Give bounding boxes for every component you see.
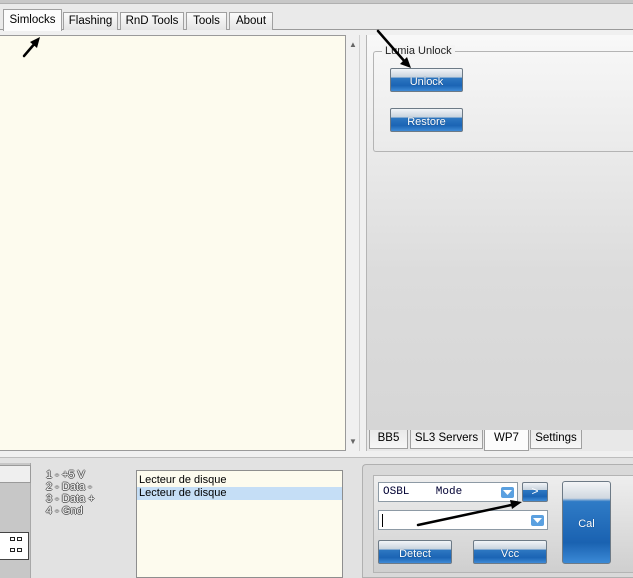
tab-sl3-servers[interactable]: SL3 Servers — [410, 430, 483, 449]
pin-4: 4 - Gnd — [46, 505, 83, 517]
mode-select-value: OSBL Mode — [383, 486, 463, 498]
unlock-button[interactable]: Unlock — [390, 68, 463, 92]
vcc-button-label: Vcc — [500, 548, 520, 560]
pin-1: 1 - +5 V — [46, 469, 85, 481]
device-list[interactable]: Lecteur de disque Lecteur de disque — [136, 470, 343, 578]
tab-tools[interactable]: Tools — [186, 12, 227, 30]
scroll-down-icon[interactable]: ▼ — [346, 435, 360, 449]
connection-field[interactable] — [0, 465, 31, 483]
cal-button-label: Cal — [578, 518, 595, 530]
cal-button[interactable]: Cal — [562, 481, 611, 564]
tab-about[interactable]: About — [229, 12, 273, 30]
detect-button-label: Detect — [399, 548, 431, 560]
tab-wp7[interactable]: WP7 — [484, 430, 529, 451]
tab-bb5[interactable]: BB5 — [369, 430, 408, 449]
restore-button-label: Restore — [407, 116, 446, 128]
chevron-down-icon[interactable] — [501, 487, 514, 498]
port-select[interactable] — [378, 510, 548, 530]
restore-button[interactable]: Restore — [390, 108, 463, 132]
tab-rnd-tools[interactable]: RnD Tools — [120, 12, 184, 30]
tab-flashing[interactable]: Flashing — [63, 12, 118, 30]
pin-2: 2 - Data - — [46, 481, 92, 493]
go-button[interactable]: > — [522, 482, 548, 502]
log-scrollbar[interactable]: ▲ ▼ — [346, 35, 360, 451]
pin-3: 3 - Data + — [46, 493, 95, 505]
tab-settings[interactable]: Settings — [530, 430, 582, 449]
scroll-up-icon[interactable]: ▲ — [346, 38, 360, 52]
usb-connector-icon — [0, 532, 29, 560]
log-text-area[interactable] — [0, 35, 346, 451]
usb-pinout: 1 - +5 V 2 - Data - 3 - Data + 4 - Gnd — [46, 469, 95, 517]
chevron-down-icon[interactable] — [531, 515, 544, 526]
vcc-button[interactable]: Vcc — [473, 540, 547, 564]
list-item[interactable]: Lecteur de disque — [137, 487, 342, 500]
text-cursor — [382, 514, 383, 527]
lumia-unlock-title: Lumia Unlock — [382, 45, 455, 57]
mode-select[interactable]: OSBL Mode — [378, 482, 518, 502]
detect-button[interactable]: Detect — [378, 540, 452, 564]
unlock-button-label: Unlock — [409, 76, 444, 88]
list-item[interactable]: Lecteur de disque — [137, 474, 342, 487]
tab-simlocks[interactable]: Simlocks — [3, 9, 62, 31]
lumia-unlock-group — [373, 51, 633, 152]
title-strip — [0, 0, 633, 4]
